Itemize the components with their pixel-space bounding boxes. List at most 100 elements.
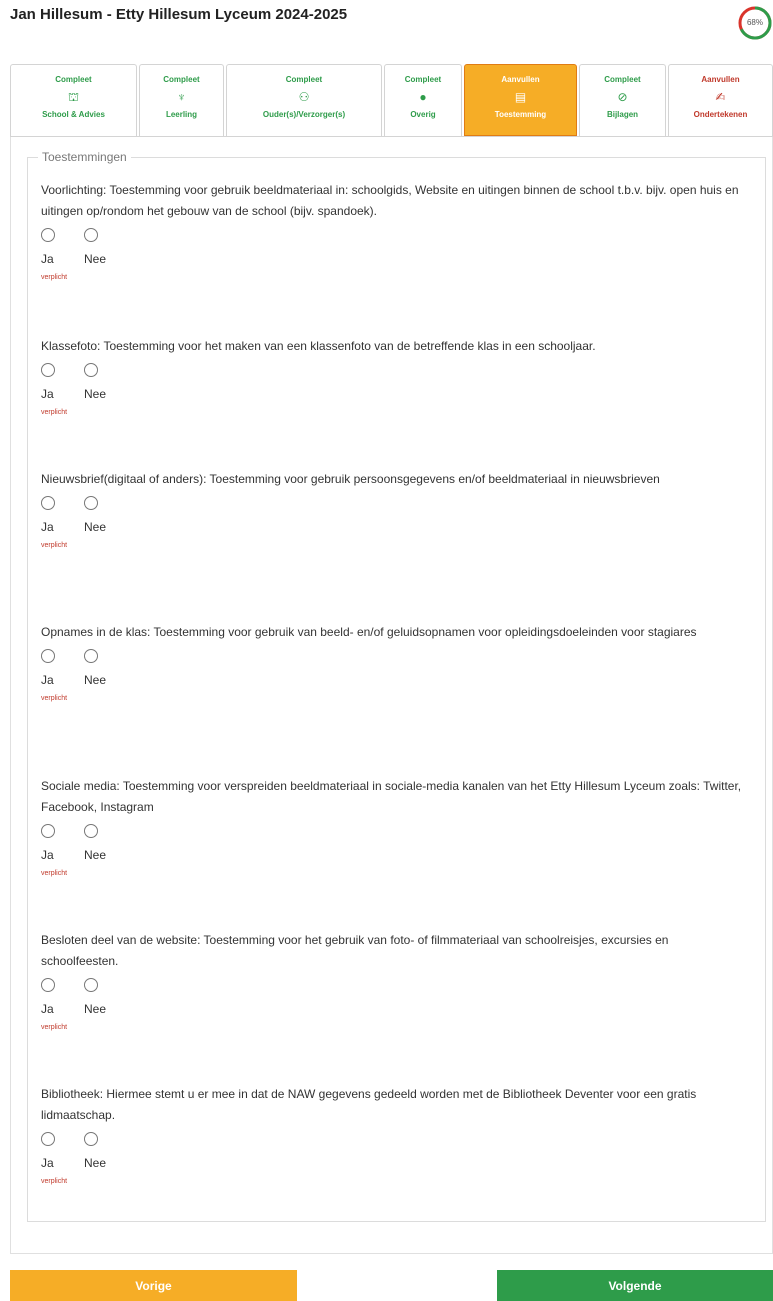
- radio-label-nee: Nee: [84, 387, 107, 401]
- progress-label: 68%: [746, 18, 763, 27]
- permission-question: Opnames in de klas: Toestemming voor geb…: [41, 622, 746, 702]
- radio-group: Ja Nee: [41, 228, 746, 266]
- tab-status: Compleet: [55, 75, 92, 84]
- progress-indicator: 68%: [737, 5, 773, 45]
- question-text: Opnames in de klas: Toestemming voor geb…: [41, 625, 697, 639]
- radio-option-nee[interactable]: Nee: [84, 1132, 127, 1170]
- permission-question: Klassefoto: Toestemming voor het maken v…: [41, 336, 746, 416]
- required-hint: verplicht: [41, 1178, 68, 1185]
- question-text: Nieuwsbrief(digitaal of anders): Toestem…: [41, 472, 660, 486]
- radio-nee[interactable]: [84, 228, 98, 242]
- tab-label: Leerling: [165, 110, 198, 119]
- radio-label-nee: Nee: [84, 520, 107, 534]
- radio-label-ja: Ja: [41, 520, 54, 534]
- permission-question: Sociale media: Toestemming voor versprei…: [41, 776, 746, 877]
- question-text: Sociale media: Toestemming voor versprei…: [41, 779, 742, 814]
- required-hint: verplicht: [41, 695, 68, 702]
- required-hint: verplicht: [41, 1024, 68, 1031]
- tab-bijlagen[interactable]: Compleet ⊘ Bijlagen: [579, 64, 666, 136]
- radio-ja[interactable]: [41, 824, 55, 838]
- tab-status: Compleet: [404, 75, 442, 84]
- tab-leerling[interactable]: Compleet ♆ Leerling: [139, 64, 224, 136]
- radio-ja[interactable]: [41, 1132, 55, 1146]
- tab-school-advies[interactable]: Compleet ⛫ School & Advies: [10, 64, 137, 136]
- tab-status: Compleet: [163, 75, 200, 84]
- info-icon: ●: [419, 90, 427, 104]
- radio-label-ja: Ja: [41, 848, 54, 862]
- radio-label-nee: Nee: [84, 1002, 107, 1016]
- radio-group: Ja Nee: [41, 649, 746, 687]
- tab-overig[interactable]: Compleet ● Overig: [384, 64, 462, 136]
- radio-option-nee[interactable]: Nee: [84, 228, 127, 266]
- tab-status: Compleet: [285, 75, 323, 84]
- radio-option-nee[interactable]: Nee: [84, 496, 127, 534]
- radio-nee[interactable]: [84, 824, 98, 838]
- tab-label: School & Advies: [42, 110, 105, 119]
- radio-ja[interactable]: [41, 363, 55, 377]
- question-text: Bibliotheek: Hiermee stemt u er mee in d…: [41, 1087, 697, 1122]
- radio-ja[interactable]: [41, 649, 55, 663]
- radio-option-nee[interactable]: Nee: [84, 824, 127, 862]
- required-hint: verplicht: [41, 870, 68, 877]
- tab-toestemming[interactable]: Aanvullen ▤ Toestemming: [464, 64, 577, 136]
- radio-group: Ja Nee: [41, 824, 746, 862]
- radio-option-nee[interactable]: Nee: [84, 363, 127, 401]
- permission-question: Nieuwsbrief(digitaal of anders): Toestem…: [41, 469, 746, 549]
- radio-nee[interactable]: [84, 363, 98, 377]
- required-hint: verplicht: [41, 409, 68, 416]
- radio-option-nee[interactable]: Nee: [84, 649, 127, 687]
- school-icon: ⛫: [67, 90, 80, 104]
- radio-option-ja[interactable]: Ja: [41, 649, 84, 687]
- next-button[interactable]: Volgende: [497, 1270, 773, 1301]
- radio-ja[interactable]: [41, 228, 55, 242]
- permission-question: Besloten deel van de website: Toestemmin…: [41, 930, 746, 1031]
- step-tabs: Compleet ⛫ School & Advies Compleet ♆ Le…: [10, 64, 773, 136]
- radio-option-nee[interactable]: Nee: [84, 978, 127, 1016]
- list-icon: ▤: [514, 90, 527, 104]
- required-hint: verplicht: [41, 274, 68, 281]
- question-text: Besloten deel van de website: Toestemmin…: [41, 933, 669, 968]
- radio-label-ja: Ja: [41, 673, 54, 687]
- radio-ja[interactable]: [41, 978, 55, 992]
- question-text: Voorlichting: Toestemming voor gebruik b…: [41, 183, 739, 218]
- radio-nee[interactable]: [84, 978, 98, 992]
- signature-icon: ✍: [715, 90, 726, 104]
- radio-group: Ja Nee: [41, 1132, 746, 1170]
- radio-group: Ja Nee: [41, 496, 746, 534]
- tab-ondertekenen[interactable]: Aanvullen ✍ Ondertekenen: [668, 64, 773, 136]
- radio-nee[interactable]: [84, 649, 98, 663]
- paperclip-icon: ⊘: [617, 90, 628, 104]
- radio-option-ja[interactable]: Ja: [41, 496, 84, 534]
- radio-nee[interactable]: [84, 1132, 98, 1146]
- tab-status: Aanvullen: [501, 75, 540, 84]
- people-icon: ⚇: [298, 90, 310, 104]
- previous-button[interactable]: Vorige: [10, 1270, 297, 1301]
- radio-label-nee: Nee: [84, 252, 107, 266]
- radio-option-ja[interactable]: Ja: [41, 228, 84, 266]
- tab-label: Toestemming: [494, 110, 547, 119]
- tab-label: Bijlagen: [606, 110, 639, 119]
- required-hint: verplicht: [41, 542, 68, 549]
- radio-label-nee: Nee: [84, 673, 107, 687]
- radio-label-nee: Nee: [84, 848, 107, 862]
- radio-option-ja[interactable]: Ja: [41, 363, 84, 401]
- radio-label-ja: Ja: [41, 1156, 54, 1170]
- radio-label-ja: Ja: [41, 1002, 54, 1016]
- radio-ja[interactable]: [41, 496, 55, 510]
- permission-question: Bibliotheek: Hiermee stemt u er mee in d…: [41, 1084, 746, 1185]
- radio-nee[interactable]: [84, 496, 98, 510]
- tab-status: Aanvullen: [701, 75, 740, 84]
- radio-option-ja[interactable]: Ja: [41, 1132, 84, 1170]
- page-title: Jan Hillesum - Etty Hillesum Lyceum 2024…: [10, 6, 348, 23]
- question-text: Klassefoto: Toestemming voor het maken v…: [41, 339, 596, 353]
- radio-group: Ja Nee: [41, 363, 746, 401]
- person-icon: ♆: [177, 90, 186, 104]
- permission-question: Voorlichting: Toestemming voor gebruik b…: [41, 180, 746, 281]
- radio-option-ja[interactable]: Ja: [41, 978, 84, 1016]
- tab-ouders-verzorgers[interactable]: Compleet ⚇ Ouder(s)/Verzorger(s): [226, 64, 382, 136]
- radio-label-nee: Nee: [84, 1156, 107, 1170]
- radio-group: Ja Nee: [41, 978, 746, 1016]
- tab-label: Ondertekenen: [693, 110, 748, 119]
- radio-option-ja[interactable]: Ja: [41, 824, 84, 862]
- tab-status: Compleet: [604, 75, 641, 84]
